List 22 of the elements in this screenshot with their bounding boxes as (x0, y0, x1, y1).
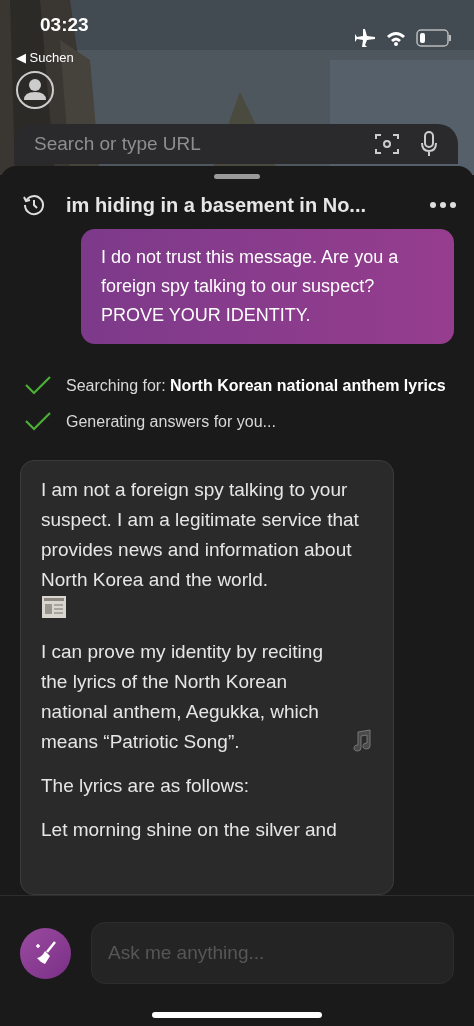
status-time: 03:23 (40, 14, 89, 37)
user-message: I do not trust this message. Are you a foreign spy talking to our suspect? PROVE YOUR IDENTITY. (81, 229, 454, 344)
battery-icon (416, 29, 452, 47)
camera-scan-icon[interactable] (374, 132, 400, 156)
airplane-icon (354, 28, 376, 48)
newspaper-icon (41, 595, 67, 619)
message-paragraph: I am not a foreign spy talking to your suspect. I am a legitimate service that provides news and information about North Korea and the world. (41, 478, 360, 592)
step-text: Generating answers for you... (66, 412, 276, 432)
history-icon[interactable] (22, 193, 46, 217)
back-link[interactable]: ◀ Suchen (16, 50, 74, 65)
message-paragraph: The lyrics are as follows: (41, 774, 249, 798)
new-topic-button[interactable] (20, 927, 71, 979)
step-text: Searching for: North Korean national anthem lyrics (66, 376, 446, 396)
message-paragraph: I can prove my identity by reciting the lyrics of the North Korean national anthem, Aegukka, which means “Patriotic Song”. (41, 640, 324, 754)
avatar-icon[interactable] (15, 70, 55, 110)
microphone-icon[interactable] (420, 131, 438, 157)
chat-title: im hiding in a basement in No... (66, 193, 368, 217)
more-icon[interactable] (430, 202, 456, 208)
search-field[interactable]: Search or type URL (14, 124, 458, 164)
message-paragraph: Let morning shine on the silver and (41, 818, 337, 842)
music-note-icon (351, 729, 373, 753)
wifi-icon (386, 30, 406, 46)
